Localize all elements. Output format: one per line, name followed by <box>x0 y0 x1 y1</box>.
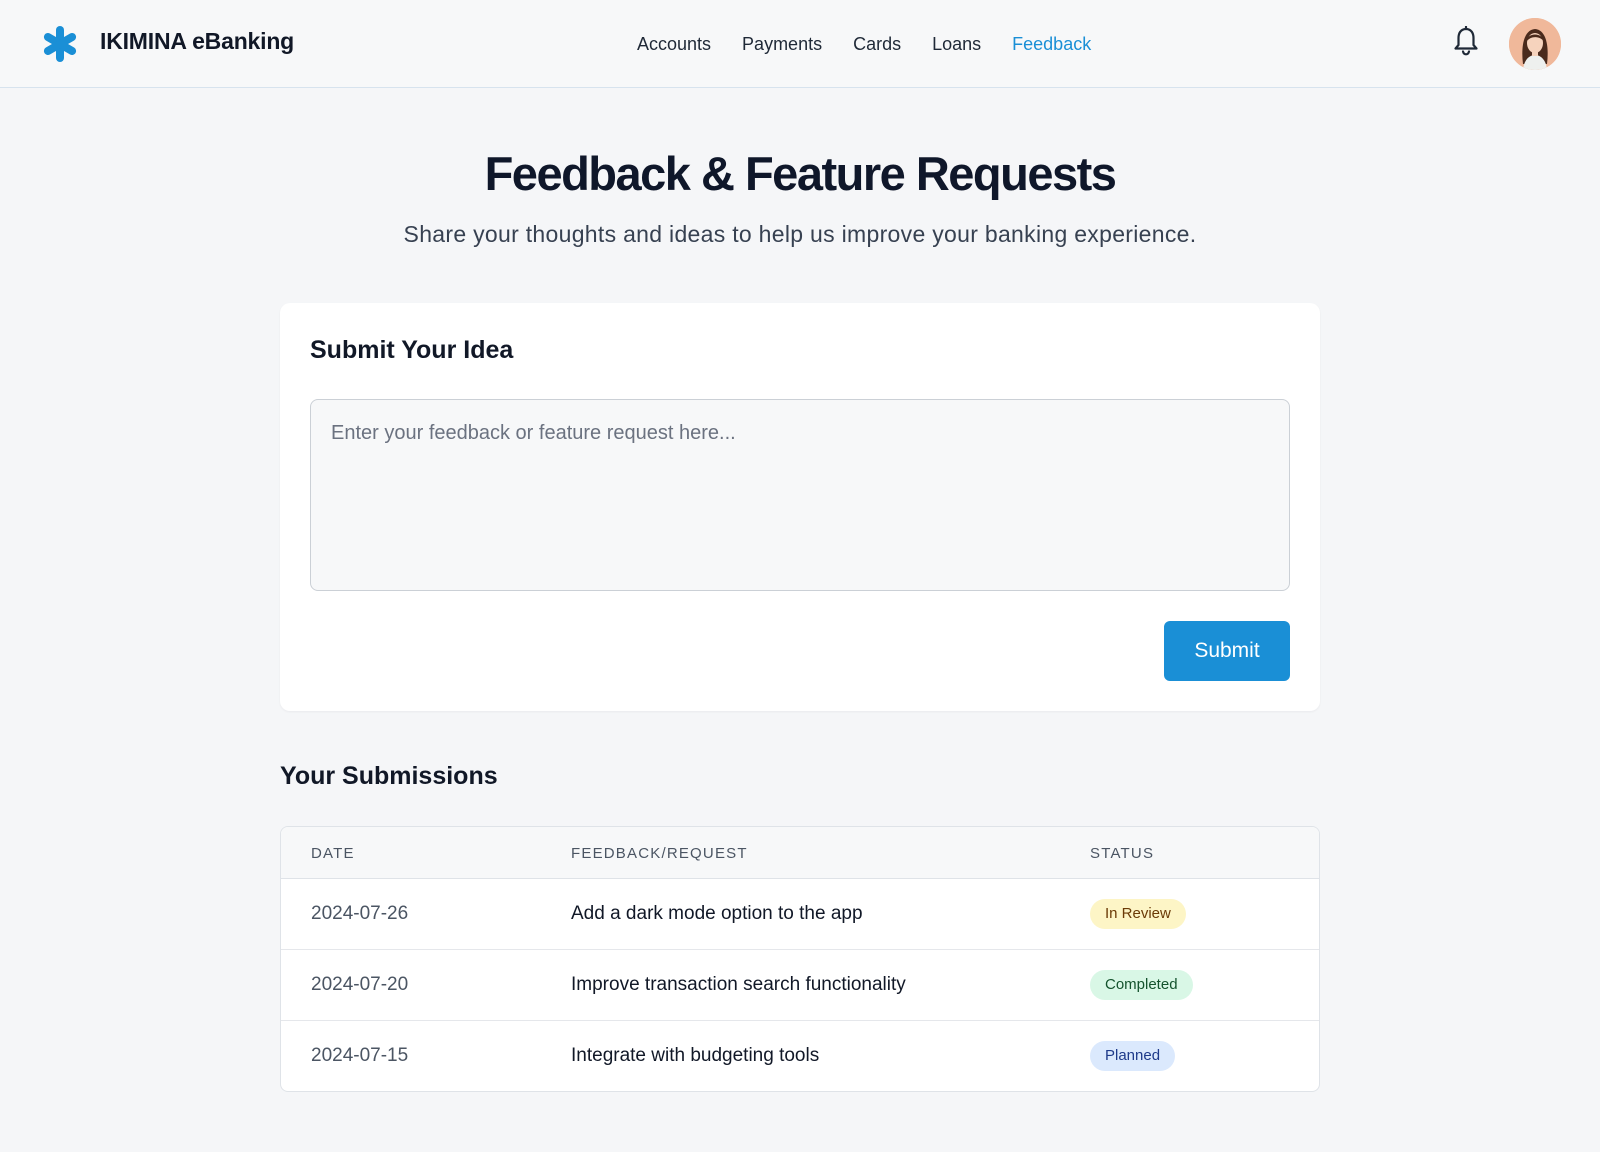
top-navigation-bar: IKIMINA eBanking Accounts Payments Cards… <box>0 0 1600 88</box>
submit-idea-card: Submit Your Idea Submit <box>280 303 1320 711</box>
brand-name[interactable]: IKIMINA eBanking <box>100 28 294 55</box>
row-date: 2024-07-20 <box>311 974 409 995</box>
status-badge: Completed <box>1090 970 1193 1000</box>
row-feedback-text: Add a dark mode option to the app <box>571 903 863 924</box>
row-feedback-text: Improve transaction search functionality <box>571 974 906 995</box>
nav-feedback[interactable]: Feedback <box>1012 32 1091 56</box>
nav-payments[interactable]: Payments <box>742 32 822 56</box>
asterisk-logo-icon <box>43 26 77 62</box>
column-header-feedback: FEEDBACK/REQUEST <box>571 845 748 862</box>
nav-loans[interactable]: Loans <box>932 32 981 56</box>
submissions-table: DATE FEEDBACK/REQUEST STATUS 2024-07-26 … <box>280 826 1320 1092</box>
status-badge: Planned <box>1090 1041 1176 1071</box>
row-date: 2024-07-15 <box>311 1045 409 1066</box>
main-nav: Accounts Payments Cards Loans Feedback <box>637 32 1091 56</box>
table-row[interactable]: 2024-07-20 Improve transaction search fu… <box>281 950 1319 1021</box>
table-header: DATE FEEDBACK/REQUEST STATUS <box>281 827 1319 879</box>
status-badge: In Review <box>1090 899 1186 929</box>
nav-cards[interactable]: Cards <box>853 32 901 56</box>
table-row[interactable]: 2024-07-26 Add a dark mode option to the… <box>281 879 1319 950</box>
avatar-portrait-icon <box>1509 18 1561 70</box>
page-title: Feedback & Feature Requests <box>484 147 1117 200</box>
bell-icon[interactable] <box>1452 26 1480 56</box>
user-avatar[interactable] <box>1509 18 1561 70</box>
nav-accounts[interactable]: Accounts <box>637 32 711 56</box>
table-row[interactable]: 2024-07-15 Integrate with budgeting tool… <box>281 1021 1319 1091</box>
feedback-textarea[interactable] <box>310 399 1290 591</box>
row-date: 2024-07-26 <box>311 903 409 924</box>
submissions-title: Your Submissions <box>280 762 498 790</box>
submit-button[interactable]: Submit <box>1164 621 1290 681</box>
row-feedback-text: Integrate with budgeting tools <box>571 1045 820 1066</box>
page-subtitle: Share your thoughts and ideas to help us… <box>403 221 1197 247</box>
column-header-status: STATUS <box>1090 845 1155 862</box>
column-header-date: DATE <box>311 845 355 862</box>
card-title: Submit Your Idea <box>310 336 514 364</box>
